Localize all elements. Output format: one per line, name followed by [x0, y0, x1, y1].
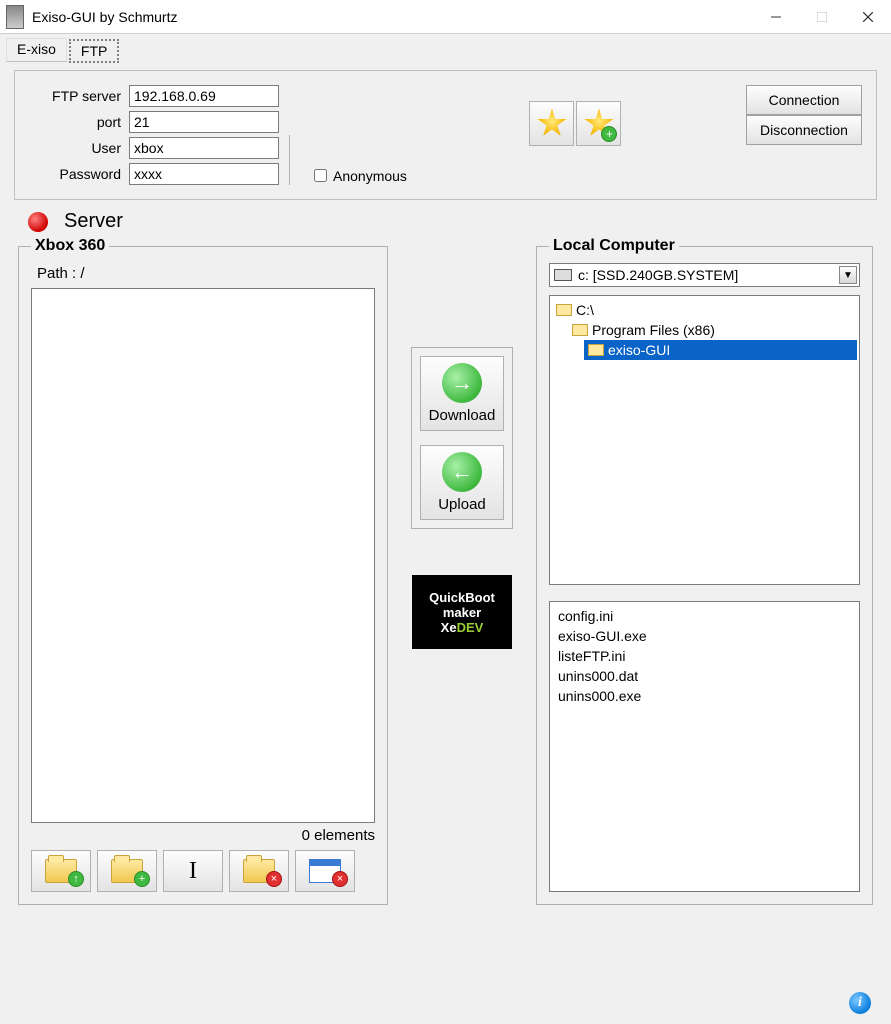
folder-icon	[556, 304, 572, 316]
maximize-button[interactable]	[799, 2, 845, 32]
xbox-delete-folder-button[interactable]: ×	[229, 850, 289, 892]
xbox-elements-count: 0 elements	[31, 827, 375, 844]
info-icon[interactable]: i	[849, 992, 871, 1014]
xbox-folder-up-button[interactable]: ↑	[31, 850, 91, 892]
star-icon	[537, 109, 567, 139]
drive-select[interactable]: c: [SSD.240GB.SYSTEM] ▼	[549, 263, 860, 287]
tab-exiso[interactable]: E-xiso	[6, 38, 67, 62]
xbox-file-list[interactable]	[31, 288, 375, 823]
file-item[interactable]: listeFTP.ini	[558, 648, 851, 668]
folder-icon	[588, 344, 604, 356]
arrow-right-icon: →	[442, 363, 482, 403]
arrow-left-icon: ←	[442, 452, 482, 492]
upload-label: Upload	[438, 496, 486, 513]
file-item[interactable]: exiso-GUI.exe	[558, 628, 851, 648]
local-group-title: Local Computer	[549, 237, 679, 255]
label-ftp-user: User	[29, 140, 129, 156]
drive-select-value: c: [SSD.240GB.SYSTEM]	[578, 267, 738, 283]
arrow-up-badge-icon: ↑	[68, 871, 84, 887]
file-item[interactable]: unins000.dat	[558, 668, 851, 688]
quickboot-maker-button[interactable]: QuickBoot maker XeDEV	[412, 575, 512, 649]
ftp-port-input[interactable]	[129, 111, 279, 133]
ibeam-icon: I	[189, 858, 197, 885]
file-item[interactable]: unins000.exe	[558, 688, 851, 708]
server-status-label: Server	[64, 210, 123, 233]
plus-badge-icon: +	[134, 871, 150, 887]
download-label: Download	[429, 407, 496, 424]
local-group: Local Computer c: [SSD.240GB.SYSTEM] ▼ C…	[536, 237, 873, 905]
app-icon	[6, 5, 24, 29]
minimize-button[interactable]	[753, 2, 799, 32]
drive-icon	[554, 269, 572, 281]
favorite-add-button[interactable]: +	[576, 101, 621, 146]
ftp-server-input[interactable]	[129, 85, 279, 107]
title-bar: Exiso-GUI by Schmurtz	[0, 0, 891, 34]
xbox-group: Xbox 360 Path : / 0 elements ↑ + I	[18, 237, 388, 905]
xbox-rename-button[interactable]: I	[163, 850, 223, 892]
xbox-group-title: Xbox 360	[31, 237, 109, 255]
x-badge-icon: ×	[332, 871, 348, 887]
window-title: Exiso-GUI by Schmurtz	[32, 9, 177, 25]
server-status-icon	[28, 212, 48, 232]
file-item[interactable]: config.ini	[558, 608, 851, 628]
disconnection-button[interactable]: Disconnection	[746, 115, 862, 145]
download-button[interactable]: → Download	[420, 356, 504, 431]
anonymous-checkbox[interactable]	[314, 169, 327, 182]
upload-button[interactable]: ← Upload	[420, 445, 504, 520]
tree-item-label: Program Files (x86)	[592, 322, 715, 338]
label-ftp-server: FTP server	[29, 88, 129, 104]
file-list[interactable]: config.iniexiso-GUI.exelisteFTP.iniunins…	[549, 601, 860, 892]
chevron-down-icon: ▼	[839, 266, 857, 284]
xbox-path-label: Path :	[37, 265, 76, 282]
connection-button[interactable]: Connection	[746, 85, 862, 115]
tree-item[interactable]: C:\	[552, 300, 857, 320]
tab-ftp[interactable]: FTP	[69, 39, 119, 63]
folder-icon	[572, 324, 588, 336]
close-button[interactable]	[845, 2, 891, 32]
tree-item-label: exiso-GUI	[608, 342, 670, 358]
server-status-row: Server	[28, 210, 891, 233]
xbox-new-folder-button[interactable]: +	[97, 850, 157, 892]
label-ftp-port: port	[29, 114, 129, 130]
tree-item[interactable]: Program Files (x86)	[568, 320, 857, 340]
xbox-close-window-button[interactable]: ×	[295, 850, 355, 892]
ftp-panel: FTP server port User Password Anonymous	[14, 70, 877, 200]
transfer-column: → Download ← Upload QuickBoot maker XeDE…	[402, 237, 522, 905]
label-ftp-password: Password	[29, 166, 129, 182]
x-badge-icon: ×	[266, 871, 282, 887]
anonymous-label: Anonymous	[333, 168, 407, 184]
favorite-button[interactable]	[529, 101, 574, 146]
xbox-path-value: /	[80, 265, 84, 282]
tree-item-label: C:\	[576, 302, 594, 318]
tab-strip: E-xiso FTP	[0, 34, 891, 62]
folder-tree[interactable]: C:\ Program Files (x86) exiso-GUI	[549, 295, 860, 585]
plus-badge-icon: +	[601, 126, 617, 142]
tree-item[interactable]: exiso-GUI	[584, 340, 857, 360]
ftp-password-input[interactable]	[129, 163, 279, 185]
ftp-user-input[interactable]	[129, 137, 279, 159]
